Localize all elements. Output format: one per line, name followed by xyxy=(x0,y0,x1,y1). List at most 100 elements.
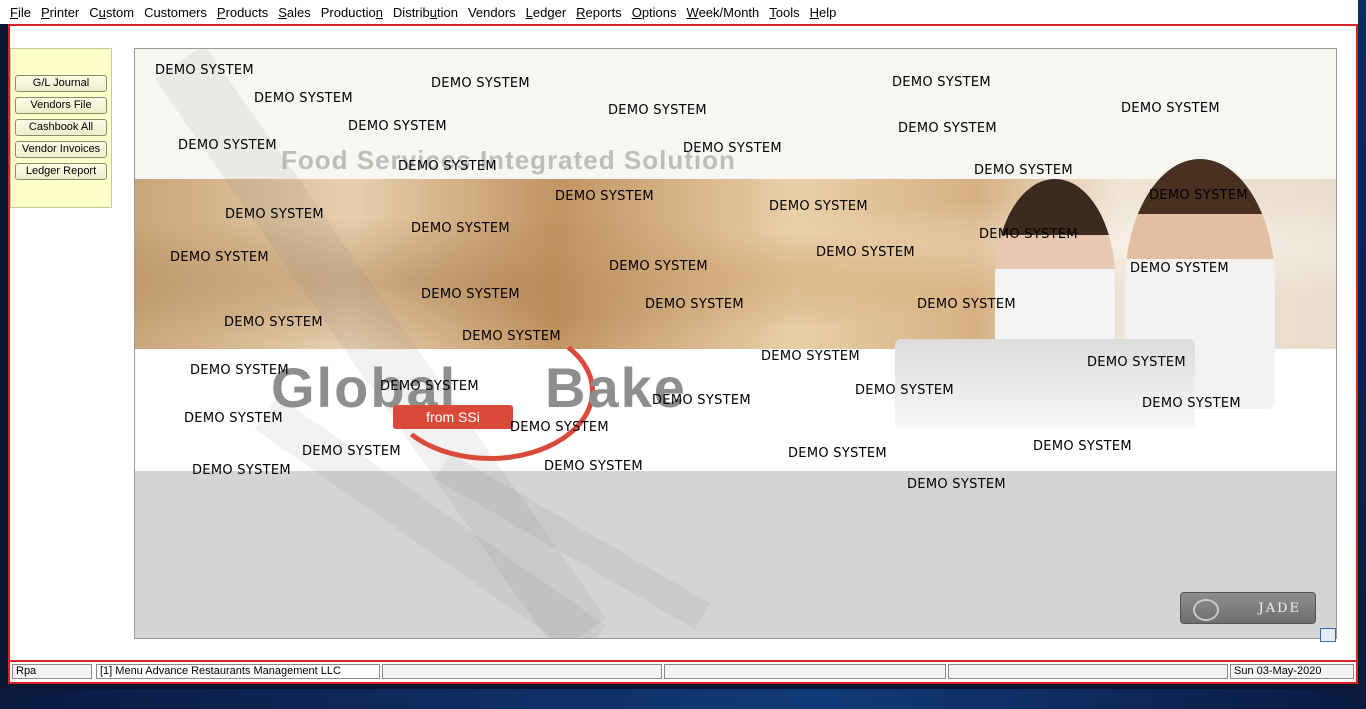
demo-watermark: DEMO SYSTEM xyxy=(609,259,708,274)
demo-watermark: DEMO SYSTEM xyxy=(1033,439,1132,454)
demo-watermark: DEMO SYSTEM xyxy=(224,315,323,330)
menu-item-label: L xyxy=(525,4,533,20)
demo-watermark: DEMO SYSTEM xyxy=(510,420,609,435)
demo-watermark: DEMO SYSTEM xyxy=(170,250,269,265)
demo-watermark: DEMO SYSTEM xyxy=(1087,355,1186,370)
menu-item[interactable]: File xyxy=(10,5,31,20)
demo-watermark: DEMO SYSTEM xyxy=(544,459,643,474)
demo-watermark: DEMO SYSTEM xyxy=(816,245,915,260)
menu-item-label: S xyxy=(278,4,287,20)
logo-word-bake: Bake xyxy=(545,356,687,419)
demo-watermark: DEMO SYSTEM xyxy=(855,383,954,398)
menu-item[interactable]: Customers xyxy=(144,5,207,20)
demo-watermark: DEMO SYSTEM xyxy=(683,141,782,156)
menu-item[interactable]: Help xyxy=(810,5,837,20)
menu-item[interactable]: Printer xyxy=(41,5,79,20)
menu-item[interactable]: Reports xyxy=(576,5,622,20)
menu-item[interactable]: Ledger xyxy=(526,5,566,20)
menu-item[interactable]: Tools xyxy=(769,5,799,20)
tagline: Food Services Integrated Solution xyxy=(281,145,736,175)
menu-item[interactable]: Options xyxy=(632,5,677,20)
menu-item-label: roducts xyxy=(225,4,269,20)
status-empty-2 xyxy=(664,664,946,679)
demo-watermark: DEMO SYSTEM xyxy=(398,159,497,174)
demo-watermark: DEMO SYSTEM xyxy=(155,63,254,78)
splash-image: Food Services Integrated Solution Global… xyxy=(134,48,1337,639)
made-in-jade-badge: JADE xyxy=(1180,592,1316,624)
status-empty-3 xyxy=(948,664,1228,679)
status-bar: Rpa [1] Menu Advance Restaurants Managem… xyxy=(8,662,1358,684)
demo-watermark: DEMO SYSTEM xyxy=(302,444,401,459)
demo-watermark: DEMO SYSTEM xyxy=(254,91,353,106)
demo-watermark: DEMO SYSTEM xyxy=(421,287,520,302)
demo-watermark: DEMO SYSTEM xyxy=(348,119,447,134)
status-date: Sun 03-May-2020 xyxy=(1230,664,1354,679)
menu-item-label: ales xyxy=(286,4,311,20)
menu-item-label: Customers xyxy=(144,4,207,20)
demo-watermark: DEMO SYSTEM xyxy=(608,103,707,118)
jade-badge-text: JADE xyxy=(1258,600,1301,616)
menu-item-label: ools xyxy=(775,4,800,20)
menu-item-label: R xyxy=(576,4,586,20)
demo-watermark: DEMO SYSTEM xyxy=(645,297,744,312)
menu-item-label: F xyxy=(10,4,18,20)
menu-item-label: Distrib xyxy=(392,4,430,20)
menu-item-label: P xyxy=(40,4,50,20)
menu-bar: File Printer Custom Customers Products Sales P… xyxy=(0,0,1358,24)
demo-watermark: DEMO SYSTEM xyxy=(769,199,868,214)
menu-item-label: Productio xyxy=(320,4,376,20)
status-empty-1 xyxy=(382,664,662,679)
ledger-report-button[interactable]: Ledger Report xyxy=(15,163,107,180)
demo-watermark: DEMO SYSTEM xyxy=(979,227,1078,242)
gl-journal-button[interactable]: G/L Journal xyxy=(15,75,107,92)
menu-item[interactable]: Sales xyxy=(278,5,311,20)
status-company: [1] Menu Advance Restaurants Management … xyxy=(96,664,380,679)
demo-watermark: DEMO SYSTEM xyxy=(431,76,530,91)
splash-grey-band xyxy=(135,471,1336,638)
menu-item-label: n xyxy=(375,4,383,20)
demo-watermark: DEMO SYSTEM xyxy=(178,138,277,153)
menu-item-label: O xyxy=(631,4,642,20)
status-user: Rpa xyxy=(12,664,92,679)
menu-item[interactable]: Custom xyxy=(89,5,134,20)
menu-item-label: C xyxy=(89,4,99,20)
demo-watermark: DEMO SYSTEM xyxy=(917,297,1016,312)
menu-item[interactable]: Week/Month xyxy=(687,5,760,20)
demo-watermark: DEMO SYSTEM xyxy=(907,477,1006,492)
desktop-background-bottom xyxy=(0,689,1366,709)
demo-watermark: DEMO SYSTEM xyxy=(380,379,479,394)
menu-item[interactable]: Vendors xyxy=(468,5,516,20)
menu-item[interactable]: Production xyxy=(321,5,383,20)
window-restore-icon[interactable] xyxy=(1320,628,1336,642)
menu-item-label: stom xyxy=(105,4,135,20)
vendors-file-button[interactable]: Vendors File xyxy=(15,97,107,114)
menu-item-label: rinter xyxy=(49,4,80,20)
demo-watermark: DEMO SYSTEM xyxy=(1130,261,1229,276)
menu-item-label: Vendors xyxy=(467,4,516,20)
vendor-invoices-button[interactable]: Vendor Invoices xyxy=(15,141,107,158)
menu-item[interactable]: Products xyxy=(217,5,268,20)
menu-item-label: u xyxy=(429,4,437,20)
demo-watermark: DEMO SYSTEM xyxy=(898,121,997,136)
demo-watermark: DEMO SYSTEM xyxy=(652,393,751,408)
demo-watermark: DEMO SYSTEM xyxy=(1121,101,1220,116)
menu-item-label: P xyxy=(216,4,226,20)
demo-watermark: DEMO SYSTEM xyxy=(1142,396,1241,411)
logo-subtitle: from SSi xyxy=(393,405,513,429)
demo-watermark: DEMO SYSTEM xyxy=(1149,188,1248,203)
mdi-client-area: G/L Journal Vendors File Cashbook All Ve… xyxy=(8,24,1358,662)
demo-watermark: DEMO SYSTEM xyxy=(184,411,283,426)
demo-watermark: DEMO SYSTEM xyxy=(190,363,289,378)
menu-item[interactable]: Distribution xyxy=(393,5,458,20)
menu-item-label: ile xyxy=(17,4,31,20)
menu-item-label: edger xyxy=(532,4,567,20)
desktop-background xyxy=(1358,0,1366,709)
demo-watermark: DEMO SYSTEM xyxy=(892,75,991,90)
demo-watermark: DEMO SYSTEM xyxy=(225,207,324,222)
demo-watermark: DEMO SYSTEM xyxy=(192,463,291,478)
menu-item-label: elp xyxy=(819,4,837,20)
menu-item-label: u xyxy=(98,4,106,20)
menu-item-label: tion xyxy=(437,4,458,20)
cashbook-all-button[interactable]: Cashbook All xyxy=(15,119,107,136)
menu-item-label: eek/Month xyxy=(698,4,760,20)
